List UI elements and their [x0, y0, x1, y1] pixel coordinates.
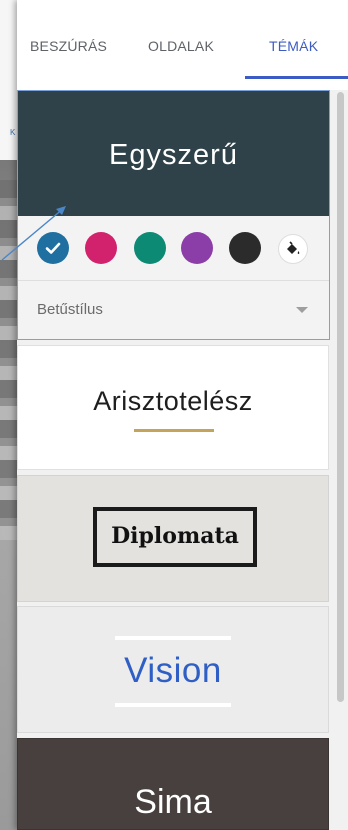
tab-pages[interactable]: OLDALAK: [148, 38, 214, 54]
tab-insert[interactable]: BESZÚRÁS: [30, 38, 107, 54]
tab-themes[interactable]: TÉMÁK: [269, 38, 318, 54]
check-icon: [45, 242, 61, 254]
color-swatch-3[interactable]: [134, 232, 166, 264]
color-swatches: [18, 216, 329, 280]
font-style-dropdown[interactable]: Betűstílus: [18, 280, 329, 339]
active-tab-indicator: [245, 76, 348, 79]
selected-theme-card[interactable]: Egyszerű Betűstílus: [17, 90, 330, 340]
theme-name: Egyszerű: [18, 139, 329, 172]
color-swatch-4[interactable]: [181, 232, 213, 264]
theme-card-diplomat[interactable]: Diplomata: [17, 475, 329, 602]
scrollbar-thumb[interactable]: [337, 92, 344, 702]
tab-bar: BESZÚRÁS OLDALAK TÉMÁK: [17, 0, 348, 90]
theme-card-plain[interactable]: Sima: [17, 738, 329, 830]
caret-down-icon: [296, 307, 308, 313]
theme-card-aristotle[interactable]: Arisztotelész: [17, 345, 329, 470]
top-rule: [115, 636, 231, 640]
theme-card-vision[interactable]: Vision: [17, 606, 329, 733]
font-style-label: Betűstílus: [37, 301, 103, 318]
bottom-rule: [115, 703, 231, 707]
themes-panel: BESZÚRÁS OLDALAK TÉMÁK Egyszerű Betűstíl…: [17, 0, 348, 830]
color-swatch-2[interactable]: [85, 232, 117, 264]
paint-bucket-button[interactable]: [278, 234, 308, 264]
background-glyph: K: [10, 128, 16, 137]
color-swatch-1[interactable]: [37, 232, 69, 264]
theme-name: Arisztotelész: [93, 386, 253, 416]
theme-name: Diplomata: [111, 523, 239, 549]
paint-bucket-icon: [287, 241, 300, 254]
color-swatch-5[interactable]: [229, 232, 261, 264]
theme-name-plain: Egyszer: [109, 139, 221, 171]
theme-preview[interactable]: Egyszerű: [18, 91, 329, 216]
theme-name: Sima: [134, 783, 212, 821]
theme-name-bold: ű: [220, 139, 238, 171]
accent-underline: [134, 429, 214, 432]
theme-name: Vision: [124, 651, 222, 690]
